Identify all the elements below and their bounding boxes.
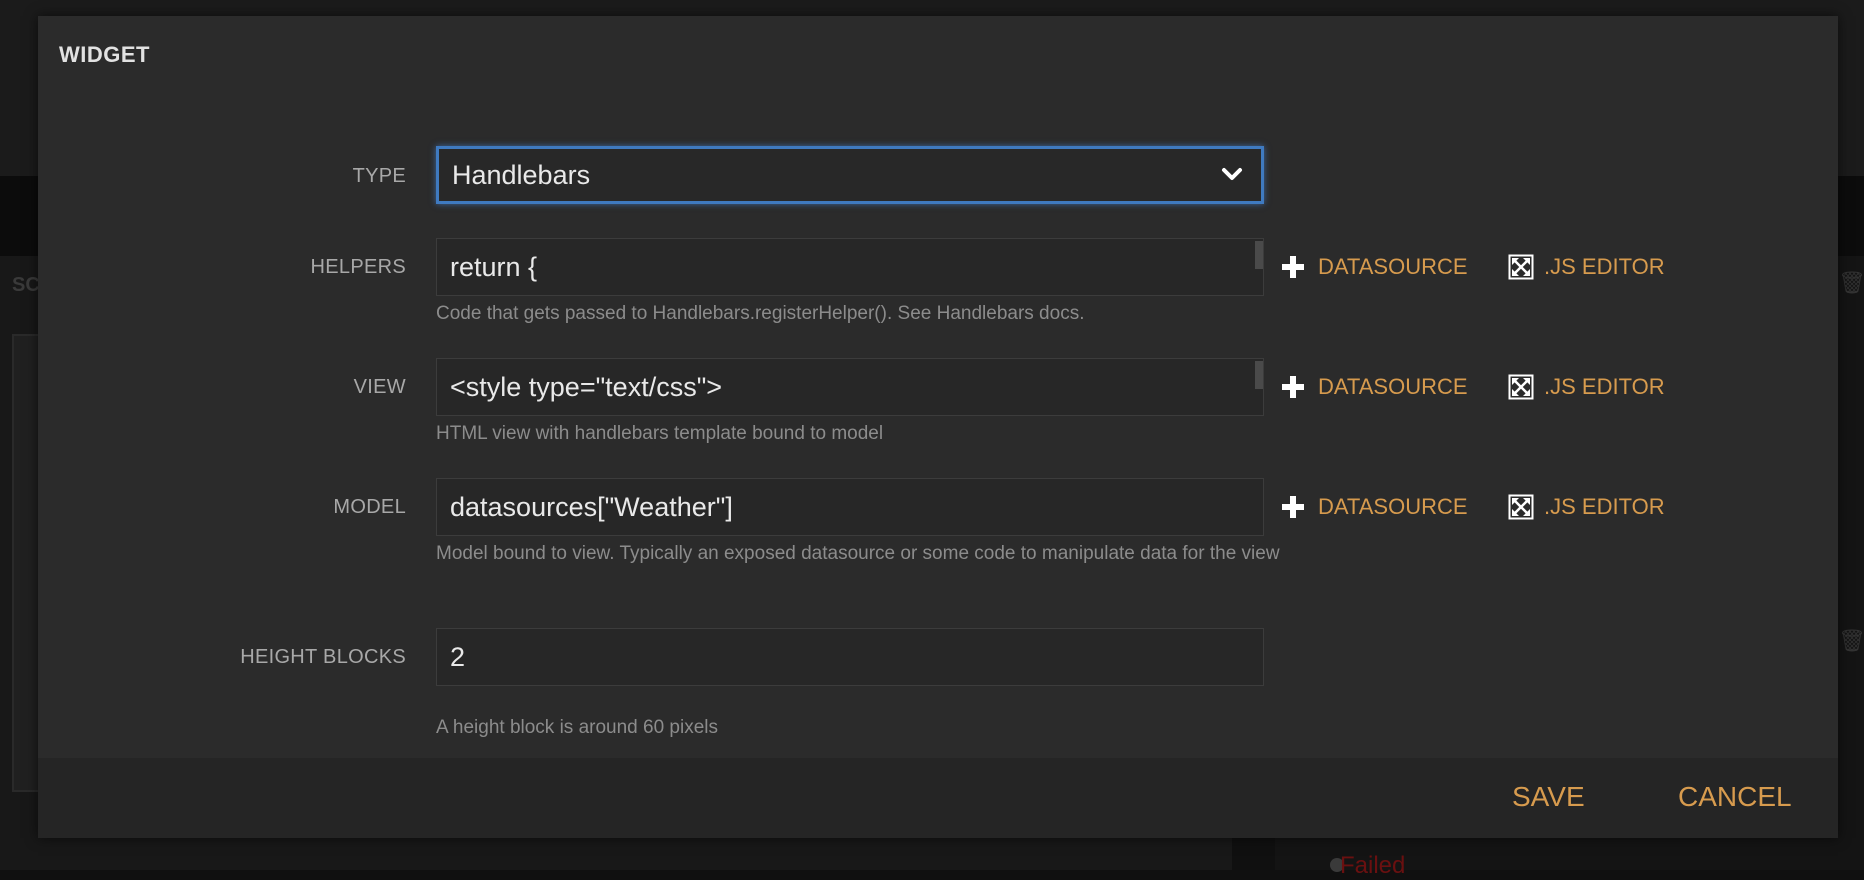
background-status-text: Failed	[1340, 852, 1406, 879]
trash-icon: 🗑	[1838, 628, 1864, 653]
helpers-code-value: return {	[450, 252, 538, 282]
view-code-value: <style type="text/css">	[450, 372, 723, 402]
js-editor-label: .JS EDITOR	[1544, 374, 1665, 399]
view-js-editor-button[interactable]: .JS EDITOR	[1508, 374, 1665, 400]
height-blocks-input[interactable]: 2	[436, 628, 1264, 686]
datasource-label: DATASOURCE	[1318, 494, 1468, 519]
dialog-footer: SAVE CANCEL	[38, 758, 1838, 838]
plus-icon	[1282, 496, 1304, 518]
height-blocks-value: 2	[450, 642, 466, 672]
chevron-down-icon	[1222, 168, 1242, 180]
save-button[interactable]: SAVE	[1512, 781, 1585, 813]
height-blocks-label: HEIGHT BLOCKS	[240, 646, 406, 668]
view-help-text: HTML view with handlebars template bound…	[436, 423, 884, 444]
helpers-help-text: Code that gets passed to Handlebars.regi…	[436, 303, 1085, 324]
height-blocks-help-text: A height block is around 60 pixels	[436, 717, 719, 738]
helpers-add-datasource-button[interactable]: DATASOURCE	[1280, 254, 1468, 280]
model-js-editor-button[interactable]: .JS EDITOR	[1508, 494, 1665, 520]
datasource-label: DATASOURCE	[1318, 374, 1468, 399]
model-code-field[interactable]: datasources["Weather"]	[436, 478, 1264, 536]
helpers-js-editor-button[interactable]: .JS EDITOR	[1508, 254, 1665, 280]
model-label: MODEL	[333, 496, 406, 518]
model-code-value: datasources["Weather"]	[450, 492, 733, 522]
model-add-datasource-button[interactable]: DATASOURCE	[1280, 494, 1468, 520]
widget-dialog: WIDGET TYPE Handlebars HELPERS return { …	[38, 16, 1838, 838]
js-editor-label: .JS EDITOR	[1544, 494, 1665, 519]
js-editor-label: .JS EDITOR	[1544, 254, 1665, 279]
dialog-title: WIDGET	[59, 42, 150, 67]
type-label: TYPE	[352, 165, 406, 187]
view-add-datasource-button[interactable]: DATASOURCE	[1280, 374, 1468, 400]
helpers-code-field[interactable]: return {	[436, 238, 1264, 296]
dialog-header: WIDGET	[38, 16, 1838, 93]
datasource-label: DATASOURCE	[1318, 254, 1468, 279]
expand-icon	[1508, 374, 1534, 400]
plus-icon	[1282, 256, 1304, 278]
trash-icon: 🗑	[1838, 270, 1864, 295]
expand-icon	[1508, 494, 1534, 520]
plus-icon	[1282, 376, 1304, 398]
model-help-text: Model bound to view. Typically an expose…	[436, 543, 1280, 564]
view-label: VIEW	[353, 376, 406, 398]
view-code-field[interactable]: <style type="text/css">	[436, 358, 1264, 416]
type-select-value: Handlebars	[452, 160, 591, 190]
helpers-label: HELPERS	[310, 256, 406, 278]
helpers-scrollbar[interactable]	[1255, 241, 1263, 269]
type-select[interactable]: Handlebars	[436, 146, 1264, 204]
cancel-button[interactable]: CANCEL	[1678, 781, 1792, 813]
view-scrollbar[interactable]	[1255, 361, 1263, 389]
background-pane-label: SC	[12, 274, 40, 296]
expand-icon	[1508, 254, 1534, 280]
